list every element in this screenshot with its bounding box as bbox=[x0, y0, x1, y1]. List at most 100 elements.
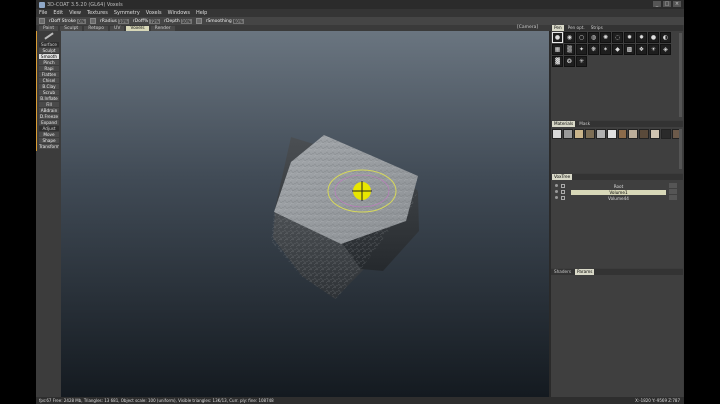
tool-smooth[interactable]: Smooth bbox=[39, 54, 59, 59]
params-tabs: Shaders Params bbox=[551, 269, 683, 275]
alpha-brush-icon[interactable]: ✳ bbox=[576, 56, 587, 67]
radius-field[interactable]: rRadius 10% bbox=[100, 18, 129, 24]
tool-shape[interactable]: Shape bbox=[39, 138, 59, 143]
menu-symmetry[interactable]: Symmetry bbox=[114, 10, 140, 16]
voxtree-volume-name[interactable]: Volume1 bbox=[571, 189, 666, 195]
maximize-button[interactable]: □ bbox=[663, 1, 671, 7]
smoothing-field[interactable]: rSmoothing 60% bbox=[206, 18, 244, 24]
voxtree-volume-name[interactable]: Root bbox=[571, 184, 666, 189]
voxtree-volume-name[interactable]: Volume44 bbox=[571, 196, 666, 201]
voxtree-options-button[interactable] bbox=[669, 189, 677, 194]
alpha-brush-icon[interactable]: ○ bbox=[576, 32, 587, 43]
material-swatch[interactable] bbox=[661, 129, 672, 139]
tab-voxels[interactable]: Voxels bbox=[126, 25, 149, 31]
alpha-brush-icon[interactable]: ● bbox=[648, 32, 659, 43]
alpha-brush-icon[interactable]: ✦ bbox=[576, 44, 587, 55]
tool-abdrain[interactable]: ABdrain bbox=[39, 108, 59, 113]
stroke-field[interactable]: rDoff Stroke 0% bbox=[49, 18, 86, 24]
viewport-3d[interactable] bbox=[61, 31, 549, 397]
doff-value[interactable]: 72% bbox=[149, 18, 161, 24]
alpha-brush-icon[interactable]: ◉ bbox=[564, 32, 575, 43]
alpha-brush-icon[interactable]: ◈ bbox=[660, 44, 671, 55]
alpha-brush-icon[interactable]: ▩ bbox=[624, 44, 635, 55]
app-window: 3D-COAT 3.5.20 (GL64) Voxels _ □ × File … bbox=[36, 0, 684, 404]
alpha-brush-icon[interactable]: ◌ bbox=[612, 32, 623, 43]
tool-sculpt[interactable]: Sculpt bbox=[39, 48, 59, 53]
radius-lock-icon[interactable] bbox=[89, 18, 96, 24]
material-swatch[interactable] bbox=[628, 129, 639, 139]
alpha-brush-icon[interactable]: ☀ bbox=[648, 44, 659, 55]
tool-rapi[interactable]: Rapi bbox=[39, 66, 59, 71]
menu-help[interactable]: Help bbox=[196, 10, 207, 16]
tab-render[interactable]: Render bbox=[150, 25, 175, 31]
alpha-brush-icon[interactable]: ❖ bbox=[636, 44, 647, 55]
menu-textures[interactable]: Textures bbox=[87, 10, 108, 16]
alpha-brush-icon[interactable]: ✹ bbox=[624, 32, 635, 43]
alpha-brush-icon[interactable]: ✸ bbox=[636, 32, 647, 43]
minimize-button[interactable]: _ bbox=[653, 1, 661, 7]
alpha-brush-icon[interactable]: ✶ bbox=[600, 44, 611, 55]
tool-move[interactable]: Move bbox=[39, 132, 59, 137]
alpha-grid: ● ◉ ○ ◍ ✺ ◌ ✹ ✸ ● ◐ ▦ ▒ ✦ ❋ ✶ ◆ ▩ ❖ ☀ ◈ ▓ ❂ ✳ bbox=[551, 31, 683, 68]
voxtree-options-button[interactable] bbox=[669, 183, 677, 188]
tool-expand[interactable]: Expand bbox=[39, 120, 59, 125]
alpha-brush-icon[interactable]: ◍ bbox=[588, 32, 599, 43]
material-swatch[interactable] bbox=[552, 129, 562, 139]
alpha-brush-icon[interactable]: ▓ bbox=[552, 56, 563, 67]
depth-value[interactable]: 10% bbox=[180, 18, 192, 24]
alpha-brush-icon[interactable]: ● bbox=[552, 32, 563, 43]
smoothing-icon[interactable] bbox=[195, 18, 202, 24]
tab-sculpt[interactable]: Sculpt bbox=[60, 25, 83, 31]
alpha-brush-icon[interactable]: ◐ bbox=[660, 32, 671, 43]
visibility-eye-icon[interactable] bbox=[555, 196, 558, 199]
visibility-eye-icon[interactable] bbox=[555, 190, 558, 193]
visibility-eye-icon[interactable] bbox=[555, 184, 558, 187]
alpha-brush-icon[interactable]: ▦ bbox=[552, 44, 563, 55]
brush-options-icon[interactable] bbox=[39, 18, 45, 24]
close-button[interactable]: × bbox=[673, 1, 681, 7]
voxtree-options-button[interactable] bbox=[669, 195, 677, 200]
tool-fill[interactable]: Fill bbox=[39, 102, 59, 107]
alpha-brush-icon[interactable]: ▒ bbox=[564, 44, 575, 55]
tool-b-inflate[interactable]: B.Inflate bbox=[39, 96, 59, 101]
material-swatch[interactable] bbox=[573, 129, 584, 139]
material-swatch[interactable] bbox=[562, 129, 573, 139]
tool-b-clay[interactable]: B.Clay bbox=[39, 84, 59, 89]
alpha-brush-icon[interactable]: ❂ bbox=[564, 56, 575, 67]
material-swatch[interactable] bbox=[617, 129, 628, 139]
tab-uv[interactable]: UV bbox=[110, 25, 125, 31]
tool-flatten[interactable]: Flatten bbox=[39, 72, 59, 77]
menu-view[interactable]: View bbox=[69, 10, 81, 16]
tab-retopo[interactable]: Retopo bbox=[84, 25, 109, 31]
depth-field[interactable]: rDepth 10% bbox=[164, 18, 192, 24]
menu-edit[interactable]: Edit bbox=[53, 10, 63, 16]
material-swatch[interactable] bbox=[650, 129, 661, 139]
alphas-scrollbar[interactable] bbox=[679, 33, 682, 117]
doff-field[interactable]: rDoff% 72% bbox=[133, 18, 161, 24]
tool-pinch[interactable]: Pinch bbox=[39, 60, 59, 65]
menu-voxels[interactable]: Voxels bbox=[146, 10, 162, 16]
materials-scrollbar[interactable] bbox=[679, 129, 682, 169]
tool-transform[interactable]: Transform bbox=[39, 144, 59, 149]
alpha-brush-icon[interactable]: ◆ bbox=[612, 44, 623, 55]
tool-d-freeze[interactable]: D.Freeze bbox=[39, 114, 59, 119]
brush-icon[interactable] bbox=[39, 32, 59, 40]
material-swatch[interactable] bbox=[606, 129, 617, 139]
voxtree-row[interactable]: Volume44 bbox=[551, 195, 683, 201]
tab-paint[interactable]: Paint bbox=[39, 25, 59, 31]
radius-value[interactable]: 10% bbox=[117, 18, 129, 24]
tab-shaders[interactable]: Shaders bbox=[552, 269, 573, 275]
alpha-brush-icon[interactable]: ✺ bbox=[600, 32, 611, 43]
tool-scrub[interactable]: Scrub bbox=[39, 90, 59, 95]
material-swatch[interactable] bbox=[639, 129, 650, 139]
alpha-brush-icon[interactable]: ❋ bbox=[588, 44, 599, 55]
menu-file[interactable]: File bbox=[39, 10, 47, 16]
smoothing-value[interactable]: 60% bbox=[232, 18, 244, 24]
tool-chisel[interactable]: Chisel bbox=[39, 78, 59, 83]
voxtree-panel: VoxTree Root Volume1 Volume44 bbox=[551, 174, 683, 268]
stroke-value[interactable]: 0% bbox=[76, 18, 86, 24]
menu-windows[interactable]: Windows bbox=[168, 10, 190, 16]
tab-params[interactable]: Params bbox=[575, 269, 595, 275]
material-swatch[interactable] bbox=[584, 129, 595, 139]
material-swatch[interactable] bbox=[595, 129, 606, 139]
